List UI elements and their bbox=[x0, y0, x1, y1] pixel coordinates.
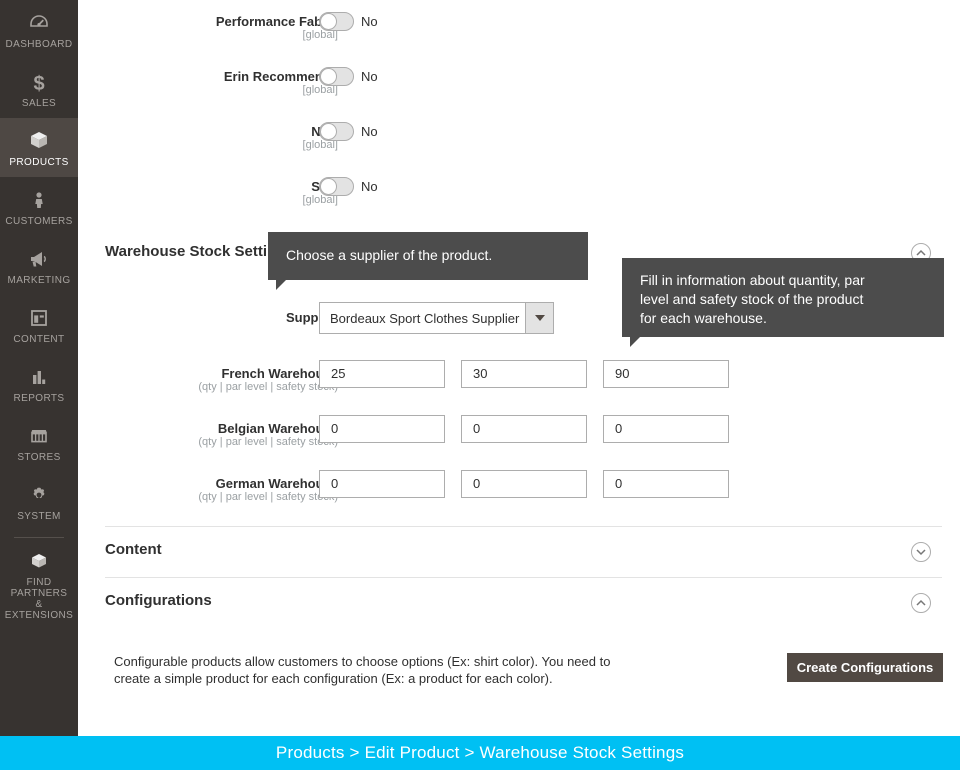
sidebar-item-label: SALES bbox=[21, 98, 57, 109]
field-label: Belgian Warehouse bbox=[217, 421, 338, 436]
toggle-value: No bbox=[361, 179, 378, 194]
toggle-erin-recommends[interactable] bbox=[319, 67, 354, 86]
storefront-icon bbox=[2, 423, 76, 449]
open-box-icon bbox=[2, 548, 76, 574]
layout-page-icon bbox=[2, 305, 76, 331]
toggle-knob bbox=[320, 178, 337, 195]
french-warehouse-safety-stock-input[interactable]: 90 bbox=[603, 360, 729, 388]
chevron-down-icon bbox=[916, 549, 926, 556]
sidebar-divider bbox=[14, 537, 64, 538]
supplier-tooltip: Choose a supplier of the product. bbox=[268, 232, 588, 290]
belgian-warehouse-par-level-input[interactable]: 0 bbox=[461, 415, 587, 443]
french-warehouse-par-level-input[interactable]: 30 bbox=[461, 360, 587, 388]
sidebar-item-label: CONTENT bbox=[13, 334, 65, 345]
sidebar-item-products[interactable]: PRODUCTS bbox=[0, 118, 78, 177]
sidebar-item-marketing[interactable]: MARKETING bbox=[0, 236, 78, 295]
dollar-sign-icon: $ bbox=[2, 69, 76, 95]
sidebar-item-system[interactable]: SYSTEM bbox=[0, 472, 78, 531]
field-label: New bbox=[80, 124, 338, 139]
field-scope: [global] bbox=[302, 29, 338, 41]
belgian-warehouse-safety-stock-input[interactable]: 0 bbox=[603, 415, 729, 443]
toggle-performance-fabric[interactable] bbox=[319, 12, 354, 31]
field-scope: [global] bbox=[302, 139, 338, 151]
configurations-description: Configurable products allow customers to… bbox=[114, 653, 634, 687]
field-label: Erin Recommends bbox=[223, 69, 338, 84]
chevron-up-icon bbox=[916, 599, 926, 606]
bar-chart-icon bbox=[2, 364, 76, 390]
sidebar-item-label: STORES bbox=[17, 452, 61, 463]
toggle-new[interactable] bbox=[319, 122, 354, 141]
chevron-down-icon bbox=[525, 303, 553, 333]
field-scope: (qty | par level | safety stock) bbox=[198, 381, 338, 393]
main-content-area: Performance Fabric [global] No Erin Reco… bbox=[78, 0, 960, 736]
toggle-sale[interactable] bbox=[319, 177, 354, 196]
sidebar-item-stores[interactable]: STORES bbox=[0, 413, 78, 472]
field-label: French Warehouse bbox=[221, 366, 338, 381]
german-warehouse-par-level-input[interactable]: 0 bbox=[461, 470, 587, 498]
german-warehouse-safety-stock-input[interactable]: 0 bbox=[603, 470, 729, 498]
section-divider-content bbox=[105, 526, 942, 527]
megaphone-icon bbox=[2, 246, 76, 272]
sidebar-item-customers[interactable]: CUSTOMERS bbox=[0, 177, 78, 236]
sidebar-item-label-line2: & EXTENSIONS bbox=[4, 599, 74, 621]
sidebar-item-content[interactable]: CONTENT bbox=[0, 295, 78, 354]
sidebar-item-label: REPORTS bbox=[13, 393, 65, 404]
box-package-icon bbox=[2, 128, 76, 154]
section-title-content: Content bbox=[105, 541, 162, 558]
field-scope: [global] bbox=[302, 194, 338, 206]
tooltip-pointer bbox=[276, 280, 286, 290]
german-warehouse-qty-input[interactable]: 0 bbox=[319, 470, 445, 498]
sidebar-item-sales[interactable]: $ SALES bbox=[0, 59, 78, 118]
svg-text:$: $ bbox=[33, 73, 44, 93]
supplier-select-value: Bordeaux Sport Clothes Supplier bbox=[330, 310, 520, 326]
section-divider-configurations bbox=[105, 577, 942, 578]
section-title-warehouse-stock-settings: Warehouse Stock Settings bbox=[105, 243, 294, 260]
sidebar-item-find-partners-extensions[interactable]: FIND PARTNERS & EXTENSIONS bbox=[0, 542, 78, 630]
sidebar-item-dashboard[interactable]: DASHBOARD bbox=[0, 0, 78, 59]
toggle-value: No bbox=[361, 14, 378, 29]
toggle-knob bbox=[320, 68, 337, 85]
dashboard-gauge-icon bbox=[2, 10, 76, 36]
collapse-toggle-configurations[interactable] bbox=[911, 593, 931, 613]
field-label-supplier: Supplier bbox=[285, 310, 338, 325]
collapse-toggle-content[interactable] bbox=[911, 542, 931, 562]
person-icon bbox=[2, 187, 76, 213]
breadcrumb: Products > Edit Product > Warehouse Stoc… bbox=[275, 743, 685, 762]
warehouse-tooltip-line3: for each warehouse. bbox=[640, 310, 767, 326]
sidebar-item-label: MARKETING bbox=[7, 275, 71, 286]
field-scope: (qty | par level | safety stock) bbox=[198, 491, 338, 503]
toggle-knob bbox=[320, 123, 337, 140]
sidebar-item-label-line1: FIND PARTNERS bbox=[10, 577, 68, 599]
field-scope: [global] bbox=[302, 84, 338, 96]
warehouse-tooltip-line1: Fill in information about quantity, par bbox=[640, 272, 865, 288]
section-title-configurations: Configurations bbox=[105, 592, 212, 609]
supplier-select[interactable]: Bordeaux Sport Clothes Supplier bbox=[319, 302, 554, 334]
gear-icon bbox=[2, 482, 76, 508]
sidebar-item-label: SYSTEM bbox=[17, 511, 61, 522]
supplier-tooltip-text: Choose a supplier of the product. bbox=[286, 247, 493, 263]
admin-sidebar: DASHBOARD $ SALES PRODUCTS CUSTOMERS MAR… bbox=[0, 0, 78, 736]
sidebar-item-label: PRODUCTS bbox=[9, 157, 69, 168]
warehouse-tooltip: Fill in information about quantity, par … bbox=[622, 258, 944, 347]
breadcrumb-bar: Products > Edit Product > Warehouse Stoc… bbox=[0, 736, 960, 770]
toggle-knob bbox=[320, 13, 337, 30]
field-label: Performance Fabric bbox=[215, 14, 338, 29]
field-label: Sale bbox=[80, 179, 338, 194]
toggle-value: No bbox=[361, 124, 378, 139]
configurations-description-line2: create a simple product for each configu… bbox=[114, 671, 553, 686]
french-warehouse-qty-input[interactable]: 25 bbox=[319, 360, 445, 388]
create-configurations-button[interactable]: Create Configurations bbox=[787, 653, 943, 682]
belgian-warehouse-qty-input[interactable]: 0 bbox=[319, 415, 445, 443]
sidebar-item-reports[interactable]: REPORTS bbox=[0, 354, 78, 413]
field-label: German Warehouse bbox=[215, 476, 338, 491]
sidebar-item-label: CUSTOMERS bbox=[5, 216, 73, 227]
sidebar-item-label: DASHBOARD bbox=[5, 39, 73, 50]
field-scope: (qty | par level | safety stock) bbox=[198, 436, 338, 448]
warehouse-tooltip-line2: level and safety stock of the product bbox=[640, 291, 864, 307]
tooltip-pointer bbox=[630, 337, 640, 347]
toggle-value: No bbox=[361, 69, 378, 84]
configurations-description-line1: Configurable products allow customers to… bbox=[114, 654, 611, 669]
